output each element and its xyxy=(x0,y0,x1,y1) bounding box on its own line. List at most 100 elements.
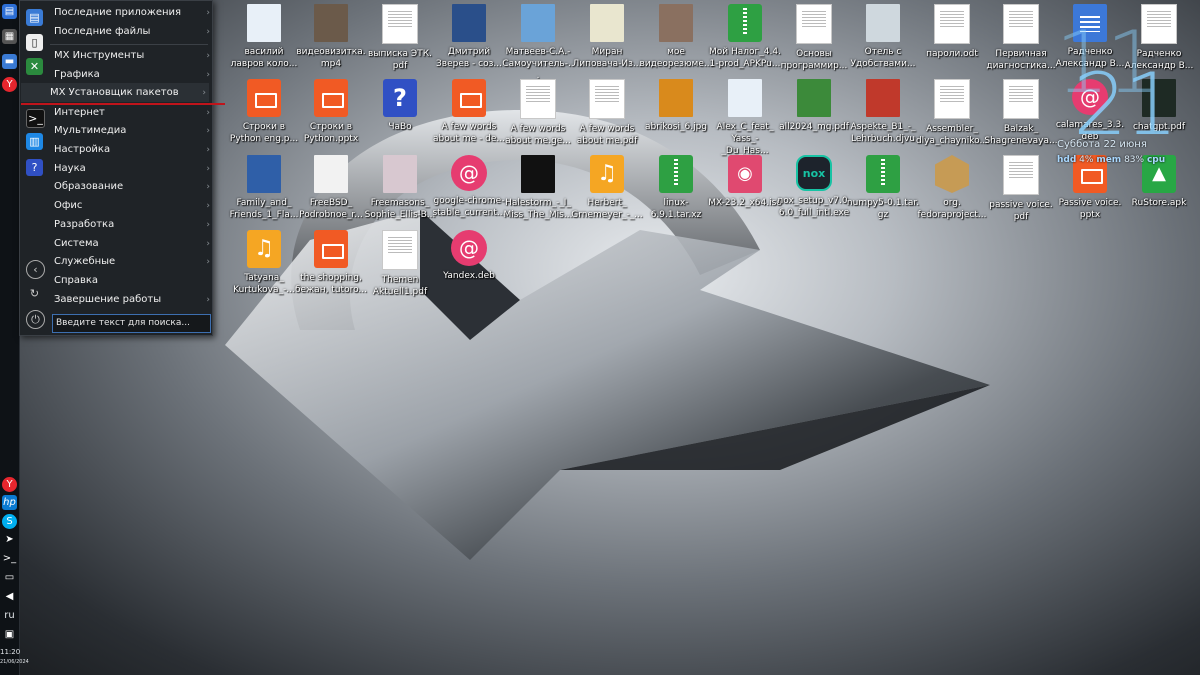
desktop-icon[interactable]: A few words about me.ge... xyxy=(501,79,575,147)
desktop-icon[interactable]: ◉ MX-23.2_x64.iso xyxy=(708,155,782,209)
desktop-icon[interactable]: Строки в Python eng.p... xyxy=(227,79,301,145)
file-debian-icon: @ xyxy=(451,155,487,191)
volume-icon[interactable]: ◀ xyxy=(2,589,17,604)
left-taskbar: ▤ ▦ ▬ Y Y hp S ➤ >_ ▭ ◀ ru ▣ 11:20 21/06… xyxy=(0,0,29,675)
file-doc-icon xyxy=(382,4,418,44)
desktop-icon[interactable]: Balzak_ Shagrenevaya... xyxy=(984,79,1058,147)
yandex-browser-icon[interactable]: Y xyxy=(2,77,17,92)
desktop-icon[interactable]: all2024_mg.pdf xyxy=(777,79,851,133)
desktop-icon[interactable]: A few words about me.pdf xyxy=(570,79,644,147)
desktop-icon[interactable]: A few words about me - de... xyxy=(432,79,506,145)
mx-tools-sidebar-icon[interactable]: ✕ xyxy=(26,58,43,75)
desktop-icon-label: abrikosi_6.jpg xyxy=(644,122,708,132)
menu-item-multimedia[interactable]: Мультимедиа › xyxy=(50,122,214,140)
desktop-icon[interactable]: numpy5-0.1.tar. gz xyxy=(846,155,920,221)
desktop-icon[interactable]: abrikosi_6.jpg xyxy=(639,79,713,133)
menu-item-help[interactable]: Справка xyxy=(50,272,214,290)
desktop-icon[interactable]: пароли.odt xyxy=(915,4,989,60)
clipboard-icon[interactable]: ▭ xyxy=(2,570,17,585)
desktop-icon[interactable]: Freemasons_ Sophie_Ellis-B... xyxy=(363,155,437,221)
desktop-icon[interactable]: Aspekte_B1_-_ Lehrbuch.djvu xyxy=(846,79,920,145)
desktop-icon[interactable]: Миран Липовача-Из... xyxy=(570,4,644,70)
desktop-icon[interactable]: Themen Aktuell1.pdf xyxy=(363,230,437,298)
file-pic-icon xyxy=(314,4,348,42)
terminal-sidebar-icon[interactable]: >_ xyxy=(26,109,45,128)
menu-item-system[interactable]: Система › xyxy=(50,235,214,253)
menu-item-utilities[interactable]: Служебные › xyxy=(50,253,214,271)
yandex-browser-tray-icon[interactable]: Y xyxy=(2,477,17,492)
file-doc-icon xyxy=(382,230,418,270)
desktop-icon[interactable]: @ Yandex.deb xyxy=(432,230,506,282)
menu-item-shutdown[interactable]: Завершение работы › xyxy=(50,291,214,309)
desktop-icon[interactable]: Family_and_ Friends_1_Fla... xyxy=(227,155,301,221)
conky-date: Суббота 22 июня xyxy=(1057,139,1147,150)
menu-item-settings[interactable]: Настройка › xyxy=(50,141,214,159)
desktop-icon[interactable]: мое видеорезюме... xyxy=(639,4,713,70)
hp-icon[interactable]: hp xyxy=(2,495,17,510)
desktop-icon[interactable]: Отель с Удобствами... xyxy=(846,4,920,70)
settings-sidebar-icon[interactable]: ▥ xyxy=(26,133,43,150)
telegram-icon[interactable]: ➤ xyxy=(2,532,17,547)
taskbar-clock[interactable]: 11:20 xyxy=(0,648,20,656)
power-icon[interactable]: ⏻ xyxy=(26,310,45,329)
menu-item-recent-apps[interactable]: Последние приложения › xyxy=(50,4,214,22)
file-pic-icon xyxy=(728,79,762,117)
desktop-icon-label: the shopping, бежан, tutoro... xyxy=(294,273,368,295)
file-doc-icon xyxy=(520,79,556,119)
keyboard-layout[interactable]: ru xyxy=(0,610,19,621)
desktop-icon-label: Assembler_ dlya_chayniko... xyxy=(915,124,989,146)
file-music-icon: ♫ xyxy=(247,230,281,268)
desktop-icon[interactable]: видеовизитка. mp4 xyxy=(294,4,368,70)
file-pic-icon xyxy=(866,79,900,117)
menu-item-office[interactable]: Офис › xyxy=(50,197,214,215)
folder-icon[interactable]: ▬ xyxy=(2,54,17,69)
menu-item-science[interactable]: Наука › xyxy=(50,160,214,178)
desktop-icon[interactable]: ♫ Tatyana_ Kurtukova_-... xyxy=(227,230,301,296)
back-icon[interactable]: ‹ xyxy=(26,260,45,279)
menu-item-education[interactable]: Образование › xyxy=(50,178,214,196)
desktop-icon[interactable]: ? ЧаВо xyxy=(363,79,437,133)
desktop-icon[interactable]: василий лавров коло... xyxy=(227,4,301,70)
help-sidebar-icon[interactable]: ? xyxy=(26,159,43,176)
desktop-icon[interactable]: nox nox_setup_v7.0. 6.0_full_intl.exe xyxy=(777,155,851,219)
file-doc-icon xyxy=(934,79,970,119)
menu-item-development[interactable]: Разработка › xyxy=(50,216,214,234)
desktop-icon[interactable]: Основы программир... xyxy=(777,4,851,72)
file-pic-icon xyxy=(247,4,281,42)
menu-launcher-icon[interactable]: ▤ xyxy=(2,4,17,19)
desktop-icon[interactable]: Матвеев-С.А.- Самоучитель-... xyxy=(501,4,575,82)
menu-item-internet[interactable]: Интернет › xyxy=(50,104,214,122)
desktop-icon[interactable]: Assembler_ dlya_chayniko... xyxy=(915,79,989,147)
document-icon[interactable]: ▯ xyxy=(26,34,43,51)
desktop-icon[interactable]: выписка ЭТК. pdf xyxy=(363,4,437,72)
desktop-icon[interactable]: ♫ Herbert_ Grnemeyer_-_... xyxy=(570,155,644,221)
file-manager-icon[interactable]: ▦ xyxy=(2,29,17,44)
desktop-icon[interactable]: Первичная диагностика... xyxy=(984,4,1058,72)
desktop-icon[interactable]: Halestorm_-_I_ Miss_The_Mis... xyxy=(501,155,575,221)
desktop-icon[interactable]: Alex_C_feat_ Yass_-_Du_Has... xyxy=(708,79,782,157)
skype-icon[interactable]: S xyxy=(2,514,17,529)
desktop-icon[interactable]: @ google-chrome- stable_current... xyxy=(432,155,506,219)
desktop-icon-label: Мой Налог_4.4. 1-prod_APKPu... xyxy=(709,47,781,69)
desktop-icon[interactable]: FreeBSD_ Podrobnoe_r... xyxy=(294,155,368,221)
desktop-icon[interactable]: passive voice. pdf xyxy=(984,155,1058,223)
user-icon[interactable]: ▤ xyxy=(26,9,43,26)
desktop-icon[interactable]: the shopping, бежан, tutoro... xyxy=(294,230,368,296)
file-pic-icon xyxy=(797,79,831,117)
menu-item-graphics[interactable]: Графика › xyxy=(50,66,214,84)
menu-item-mx-tools[interactable]: MX Инструменты › xyxy=(50,47,214,65)
menu-item-package-installer[interactable]: MX Установщик пакетов › xyxy=(46,84,210,102)
file-pres-icon xyxy=(314,230,348,268)
cpu-label: cpu xyxy=(1146,155,1166,165)
desktop-icon[interactable]: Дмитрий Зверев - соз... xyxy=(432,4,506,70)
desktop-icon[interactable]: linux-6.9.1.tar.xz xyxy=(639,155,713,221)
menu-item-recent-files[interactable]: Последние файлы › xyxy=(50,23,214,41)
desktop-icon[interactable]: Строки в Python.pptx xyxy=(294,79,368,145)
desktop-icon[interactable]: org. fedoraproject... xyxy=(915,155,989,221)
desktop-icon[interactable]: Мой Налог_4.4. 1-prod_APKPu... xyxy=(708,4,782,70)
menu-search-input[interactable]: Введите текст для поиска... xyxy=(52,314,211,333)
application-menu: ▤ ▯ ✕ ◉ >_ ▥ ? ‹ ↻ ⏻ Последние приложени… xyxy=(19,0,225,336)
refresh-icon[interactable]: ↻ xyxy=(26,285,43,302)
terminal-icon[interactable]: >_ xyxy=(2,551,17,566)
network-icon[interactable]: ▣ xyxy=(2,627,17,642)
